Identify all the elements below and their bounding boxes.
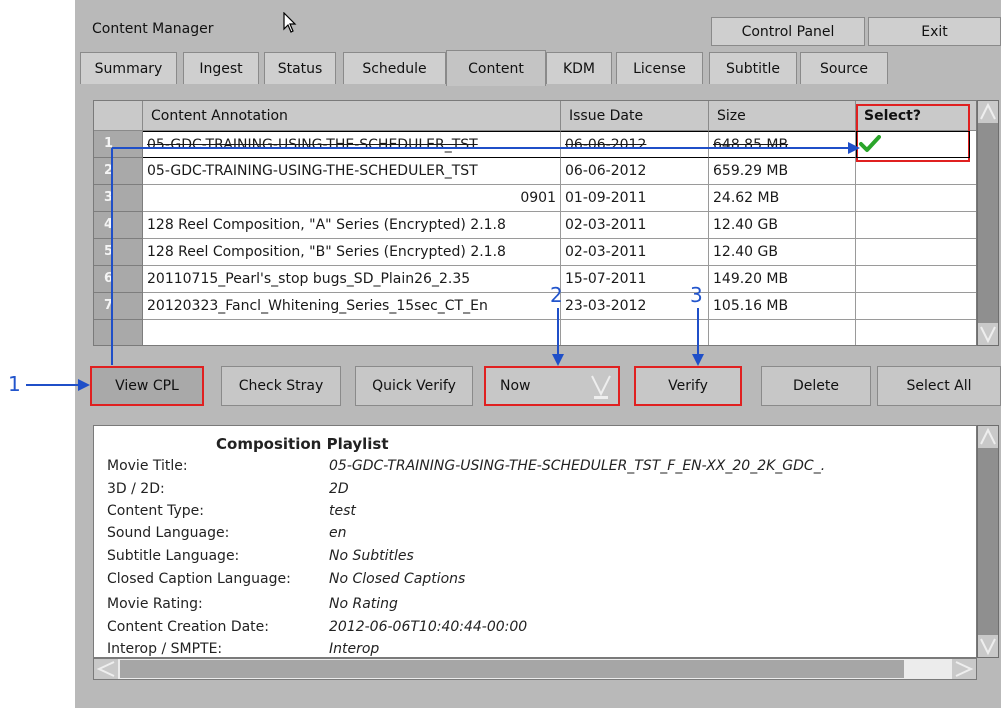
annotation-number-2: 2 xyxy=(550,283,563,307)
annotation-arrows xyxy=(26,142,860,391)
annotation-number-3: 3 xyxy=(690,283,703,307)
